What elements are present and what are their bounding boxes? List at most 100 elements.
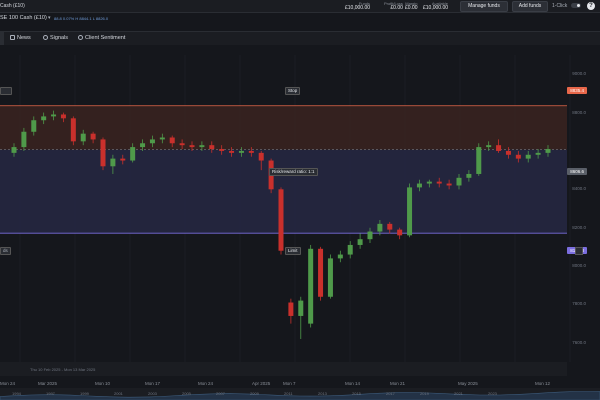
- candle-body: [298, 300, 304, 316]
- one-click-toggle[interactable]: [571, 3, 581, 8]
- account-topbar: Cash (£10) Funds £10,000.00 Profit/Loss £0…: [0, 0, 600, 13]
- candle-body: [357, 239, 363, 245]
- tab-signals[interactable]: Signals: [43, 35, 68, 41]
- candle-body: [60, 114, 66, 119]
- candle-body: [535, 152, 541, 155]
- timeline-year-label: 2003: [148, 391, 157, 396]
- candle-body: [545, 149, 551, 153]
- timeline-year-label: 2005: [182, 391, 191, 396]
- candle-body: [327, 258, 333, 297]
- sentiment-icon: [78, 35, 83, 40]
- candle-body: [51, 114, 57, 117]
- news-icon: [10, 35, 15, 40]
- x-tick-label: Mar 2025: [38, 381, 58, 386]
- candle-body: [407, 187, 413, 236]
- candle-body: [397, 229, 403, 236]
- limit-label[interactable]: Limit: [285, 247, 301, 255]
- timeline-year-label: 1999: [80, 391, 89, 396]
- candle-body: [436, 181, 442, 184]
- x-tick-label: Mon 24: [198, 381, 214, 386]
- quote-line: 88.8 0.07% H 8844.1 L 8826.0: [54, 16, 109, 21]
- add-funds-button[interactable]: Add funds: [512, 1, 548, 12]
- candle-body: [70, 118, 76, 142]
- timeline-year-label: 2001: [114, 391, 123, 396]
- candle-body: [278, 189, 284, 251]
- available-stat: Available £10,000.00: [423, 1, 449, 11]
- chevron-down-icon[interactable]: ▾: [48, 15, 51, 21]
- timeline-year-label: 2007: [216, 391, 225, 396]
- candle-body: [179, 143, 185, 146]
- limit-left-handle[interactable]: ds: [0, 247, 11, 255]
- timeline-year-label: 1994: [12, 391, 21, 396]
- limit-right-handle[interactable]: [575, 247, 583, 255]
- tab-client-sentiment[interactable]: Client Sentiment: [78, 35, 125, 41]
- candle-body: [199, 145, 205, 148]
- candle-body: [238, 150, 244, 153]
- candle-body: [288, 302, 294, 316]
- candle-body: [229, 150, 235, 153]
- candle-body: [90, 133, 96, 140]
- candle-body: [219, 149, 225, 151]
- stop-label[interactable]: Stop: [285, 87, 301, 95]
- candle-body: [486, 145, 492, 148]
- tab-news[interactable]: News: [10, 35, 31, 41]
- y-tick-label: 7800.0: [572, 301, 586, 307]
- candle-body: [318, 248, 324, 297]
- timeline-year-label: 1997: [46, 391, 55, 396]
- candle-body: [100, 139, 106, 167]
- candle-body: [169, 137, 175, 144]
- stop-left-handle[interactable]: [0, 87, 12, 95]
- y-tick-label: 7600.0: [572, 339, 586, 345]
- candle-body: [110, 158, 116, 167]
- candle-body: [209, 145, 215, 150]
- candle-body: [387, 223, 393, 230]
- candle-body: [337, 254, 343, 259]
- x-tick-label: May 2025: [458, 381, 478, 386]
- candle-body: [149, 139, 155, 144]
- help-icon[interactable]: ?: [587, 2, 595, 10]
- stop-price-tag: 8835.4: [567, 87, 587, 94]
- price-chart[interactable]: [0, 45, 600, 400]
- y-tick-label: 8200.0: [572, 224, 586, 230]
- candle-body: [367, 231, 373, 240]
- candle-body: [120, 158, 126, 161]
- candle-body: [515, 154, 521, 159]
- toggle-knob: [577, 4, 580, 7]
- candle-body: [140, 143, 146, 148]
- timeline-year-label: 2009: [250, 391, 259, 396]
- timeline-year-label: 2013: [318, 391, 327, 396]
- instrument-header: SE 100 Cash (£10) ▾ 88.8 0.07% H 8844.1 …: [0, 13, 600, 31]
- candle-body: [130, 147, 136, 161]
- candle-body: [21, 131, 27, 148]
- y-tick-label: 8000.0: [572, 263, 586, 269]
- stop-zone: [0, 105, 567, 150]
- manage-funds-button[interactable]: Manage funds: [460, 1, 508, 12]
- timeline-year-label: 2019: [420, 391, 429, 396]
- y-tick-label: 9000.0: [572, 71, 586, 77]
- candle-body: [466, 173, 472, 178]
- chart-date-range: Thu 10 Feb 2025 - Mon 13 Mar 2025: [30, 367, 96, 372]
- x-tick-label: Apr 2025: [252, 381, 271, 386]
- x-tick-label: Mon 17: [145, 381, 161, 386]
- candle-body: [416, 183, 422, 188]
- candle-body: [476, 147, 482, 174]
- current-price-tag: 8606.6: [567, 168, 587, 175]
- candle-body: [426, 181, 432, 184]
- instrument-title: Cash (£10): [0, 3, 25, 9]
- candle-body: [258, 152, 264, 161]
- candle-body: [189, 145, 195, 148]
- candle-body: [31, 120, 37, 132]
- candle-body: [248, 150, 254, 153]
- x-tick-label: Mon 7: [283, 381, 296, 386]
- candle-body: [525, 154, 531, 159]
- instrument-name[interactable]: SE 100 Cash (£10): [0, 15, 47, 21]
- timeline-year-label: 2011: [284, 391, 293, 396]
- y-tick-label: 8800.0: [572, 109, 586, 115]
- x-tick-label: Mon 14: [345, 381, 361, 386]
- candle-body: [11, 147, 17, 153]
- candle-body: [159, 137, 165, 140]
- timeline-year-label: 2017: [386, 391, 395, 396]
- candle-body: [347, 244, 353, 255]
- y-tick-label: 8400.0: [572, 186, 586, 192]
- timeline-year-label: 2015: [352, 391, 361, 396]
